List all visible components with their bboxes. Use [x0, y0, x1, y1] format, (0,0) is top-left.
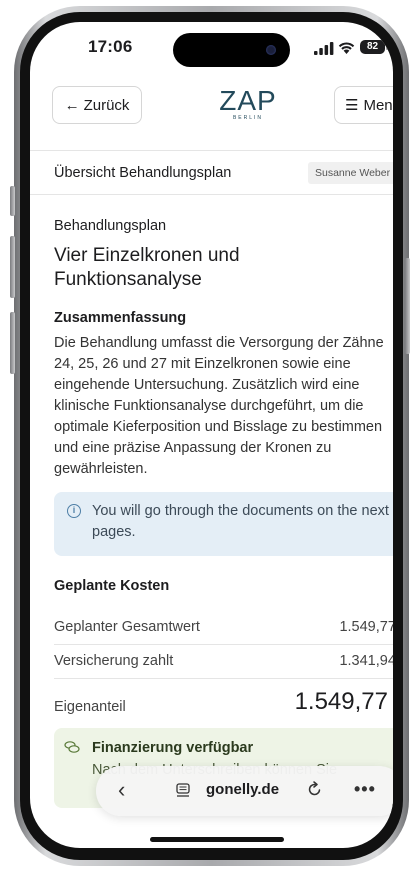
dynamic-island [173, 33, 290, 67]
cost-label: Geplanter Gesamtwert [54, 619, 200, 635]
volume-up-button [10, 236, 15, 298]
cost-row-total: Geplanter Gesamtwert 1.549,77 € [54, 610, 393, 644]
volume-down-button [10, 312, 15, 374]
cost-label: Versicherung zahlt [54, 653, 174, 669]
cost-value: 1.549,77 € [339, 619, 393, 635]
url-field[interactable]: gonelly.de [206, 781, 279, 798]
cost-row-insurance: Versicherung zahlt 1.341,94 € [54, 644, 393, 678]
signal-icon [314, 42, 334, 55]
reload-icon[interactable] [308, 781, 322, 797]
summary-text: Die Behandlung umfasst die Versorgung de… [54, 335, 384, 477]
own-share-label: Eigenanteil [54, 699, 126, 715]
back-arrow-icon: ← [64, 96, 80, 114]
plan-title: Vier Einzelkronen und Funktionsanalyse [54, 245, 240, 290]
patient-badge: Susanne Weber [308, 162, 393, 184]
back-button-label: Zurück [83, 96, 130, 114]
menu-icon: ☰ [345, 97, 359, 114]
coins-icon [64, 741, 80, 753]
power-button [405, 258, 410, 354]
top-nav: ← Zurück ZAP BERLIN ☰ Menü [30, 82, 393, 138]
menu-button[interactable]: ☰ Menü [334, 86, 393, 124]
home-indicator[interactable] [150, 837, 284, 842]
battery-indicator: 82 [360, 40, 388, 54]
more-icon[interactable]: ••• [354, 779, 376, 800]
cost-value: 1.341,94 € [339, 653, 393, 669]
cost-divider [54, 678, 393, 679]
back-button[interactable]: ← Zurück [52, 86, 142, 124]
status-time: 17:06 [88, 37, 133, 56]
info-text: You will go through the documents on the… [92, 503, 389, 540]
zap-logo[interactable]: ZAP BERLIN [208, 86, 288, 124]
overview-divider [30, 194, 393, 195]
action-button [10, 186, 15, 216]
summary-heading: Zusammenfassung [54, 310, 187, 326]
camera-icon [266, 45, 276, 55]
info-box: i You will go through the documents on t… [54, 492, 393, 556]
menu-button-label: Menü [363, 96, 393, 114]
tabs-icon[interactable] [176, 783, 190, 797]
wifi-icon [338, 42, 355, 54]
own-share-value: 1.549,77 € [294, 688, 393, 715]
status-bar: 17:06 82 [30, 22, 393, 74]
header-divider [30, 150, 393, 151]
overview-bar: Übersicht Behandlungsplan Susanne Weber [54, 159, 393, 187]
info-icon: i [67, 504, 81, 518]
browser-toolbar: ‹ gonelly.de ••• [96, 766, 393, 816]
logo-word: ZAP [219, 85, 277, 116]
costs-heading: Geplante Kosten [54, 578, 170, 594]
overview-title: Übersicht Behandlungsplan [54, 165, 232, 181]
chevron-left-icon[interactable]: ‹ [118, 778, 125, 802]
cost-row-own-share: Eigenanteil 1.549,77 € [54, 686, 393, 720]
financing-title: Finanzierung verfügbar [92, 740, 254, 756]
plan-label: Behandlungsplan [54, 218, 167, 234]
screen: 17:06 82 ← Zurück ZAP BERLIN ☰ Men ü [30, 22, 393, 848]
